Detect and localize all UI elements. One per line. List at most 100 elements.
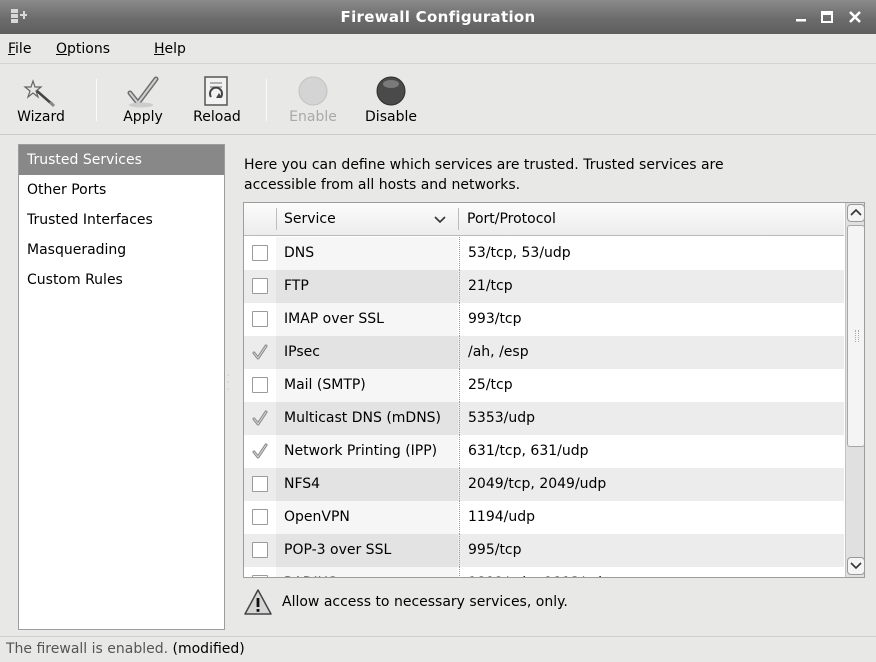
service-name-cell: Network Printing (IPP) [276,435,458,468]
description-line-2: accessible from all hosts and networks. [244,177,521,193]
service-name-cell: OpenVPN [276,501,458,534]
port-protocol-cell: 21/tcp [459,270,513,303]
service-checkbox[interactable] [252,509,268,525]
wizard-label: Wizard [17,109,65,125]
enable-button[interactable]: Enable [282,65,344,135]
warning-icon [244,589,272,615]
sidebar-item-custom-rules[interactable]: Custom Rules [19,265,224,295]
maximize-button[interactable] [816,6,838,28]
checkbox-checked-icon [252,443,268,459]
table-row[interactable]: RADIUS1812/udp, 1813/udp [244,567,844,577]
port-protocol-cell: 1194/udp [459,501,535,534]
window-title: Firewall Configuration [340,8,536,26]
close-button[interactable] [844,6,866,28]
description: Here you can define which services are t… [244,155,844,195]
service-name-cell: DNS [276,237,458,270]
column-header-check[interactable] [244,203,276,236]
port-protocol-cell: 995/tcp [459,534,522,567]
service-checkbox[interactable] [252,542,268,558]
minimize-button[interactable] [790,6,812,28]
service-name-cell: NFS4 [276,468,458,501]
enable-icon [298,76,328,106]
sidebar: Trusted Services Other Ports Trusted Int… [18,144,225,630]
menu-bar: File Options Help [0,34,876,64]
table-body: DNS 53/tcp, 53/udp FTP 21/tcp IMAP over SSL 9… [244,237,844,577]
scroll-up-button[interactable] [847,204,864,222]
enable-label: Enable [289,109,337,125]
service-name-cell: POP-3 over SSL [276,534,458,567]
port-protocol-cell: 993/tcp [459,303,522,336]
service-checkbox[interactable] [252,311,268,327]
column-port-label: Port/Protocol [467,211,556,227]
service-checkbox[interactable] [252,245,268,261]
warning-text: Allow access to necessary services, only… [282,594,568,610]
toolbar: Wizard Apply Reload Enable Disable [0,65,876,135]
sidebar-item-other-ports[interactable]: Other Ports [19,175,224,205]
apply-label: Apply [123,109,163,125]
service-checkbox[interactable] [252,377,268,393]
service-name-cell: Multicast DNS (mDNS) [276,402,458,435]
title-bar[interactable]: Firewall Configuration [0,0,876,34]
service-checkbox[interactable] [252,575,268,577]
scroll-grip [855,330,859,342]
table-row[interactable]: OpenVPN 1194/udp [244,501,844,534]
description-line-1: Here you can define which services are t… [244,157,724,173]
disable-label: Disable [365,109,417,125]
service-checkbox[interactable] [252,278,268,294]
table-row[interactable]: IMAP over SSL 993/tcp [244,303,844,336]
sidebar-item-trusted-services[interactable]: Trusted Services [19,145,224,175]
menu-options[interactable]: Options [56,41,110,57]
column-header-port[interactable]: Port/Protocol [459,203,844,236]
chevron-up-icon [850,208,862,216]
apply-button[interactable]: Apply [110,65,176,135]
table-row[interactable]: NFS4 2049/tcp, 2049/udp [244,468,844,501]
checkbox-checked-icon [252,344,268,360]
reload-label: Reload [193,109,241,125]
sidebar-item-trusted-interfaces[interactable]: Trusted Interfaces [19,205,224,235]
port-protocol-cell: 5353/udp [459,402,535,435]
table-row[interactable]: Network Printing (IPP) 631/tcp, 631/udp [244,435,844,468]
table-row[interactable]: IPsec/ah, /esp [244,336,844,369]
service-name-cell: FTP [276,270,458,303]
reload-icon [204,76,228,106]
service-name-cell: IMAP over SSL [276,303,458,336]
service-name-cell: RADIUS [276,567,458,577]
port-protocol-cell: 2049/tcp, 2049/udp [459,468,606,501]
sort-chevron-down-icon [434,216,446,224]
chevron-down-icon [850,562,862,570]
sidebar-item-masquerading[interactable]: Masquerading [19,235,224,265]
status-bar: The firewall is enabled. (modified) [0,636,876,662]
table-row[interactable]: DNS 53/tcp, 53/udp [244,237,844,270]
checkbox-checked-icon [252,410,268,426]
toolbar-separator [266,79,267,121]
magic-wand-icon [23,79,56,108]
table-row[interactable]: Mail (SMTP) 25/tcp [244,369,844,402]
column-service-label: Service [284,211,336,227]
column-header-service[interactable]: Service [276,203,459,236]
disable-button[interactable]: Disable [356,65,426,135]
service-name-cell: IPsec [276,336,458,369]
pane-resize-handle[interactable]: · · · [227,372,231,394]
table-header: Service Port/Protocol [244,203,844,236]
port-protocol-cell: 25/tcp [459,369,513,402]
vertical-scrollbar[interactable] [845,203,864,577]
table-row[interactable]: Multicast DNS (mDNS) 5353/udp [244,402,844,435]
menu-file[interactable]: File [8,41,31,57]
service-checkbox[interactable] [252,344,268,360]
table-row[interactable]: FTP 21/tcp [244,270,844,303]
menu-help[interactable]: Help [154,41,186,57]
close-icon [849,11,861,23]
scroll-thumb[interactable] [847,225,864,447]
service-checkbox[interactable] [252,476,268,492]
port-protocol-cell: 53/tcp, 53/udp [459,237,571,270]
service-checkbox[interactable] [252,443,268,459]
status-modified: (modified) [172,641,245,657]
scroll-down-button[interactable] [847,557,864,575]
service-checkbox[interactable] [252,410,268,426]
minimize-icon [796,19,806,22]
wizard-button[interactable]: Wizard [0,65,82,135]
services-table: Service Port/Protocol DNS 53/tcp, 53/udp F… [243,202,865,578]
table-row[interactable]: POP-3 over SSL 995/tcp [244,534,844,567]
reload-button[interactable]: Reload [186,65,248,135]
service-name-cell: Mail (SMTP) [276,369,458,402]
